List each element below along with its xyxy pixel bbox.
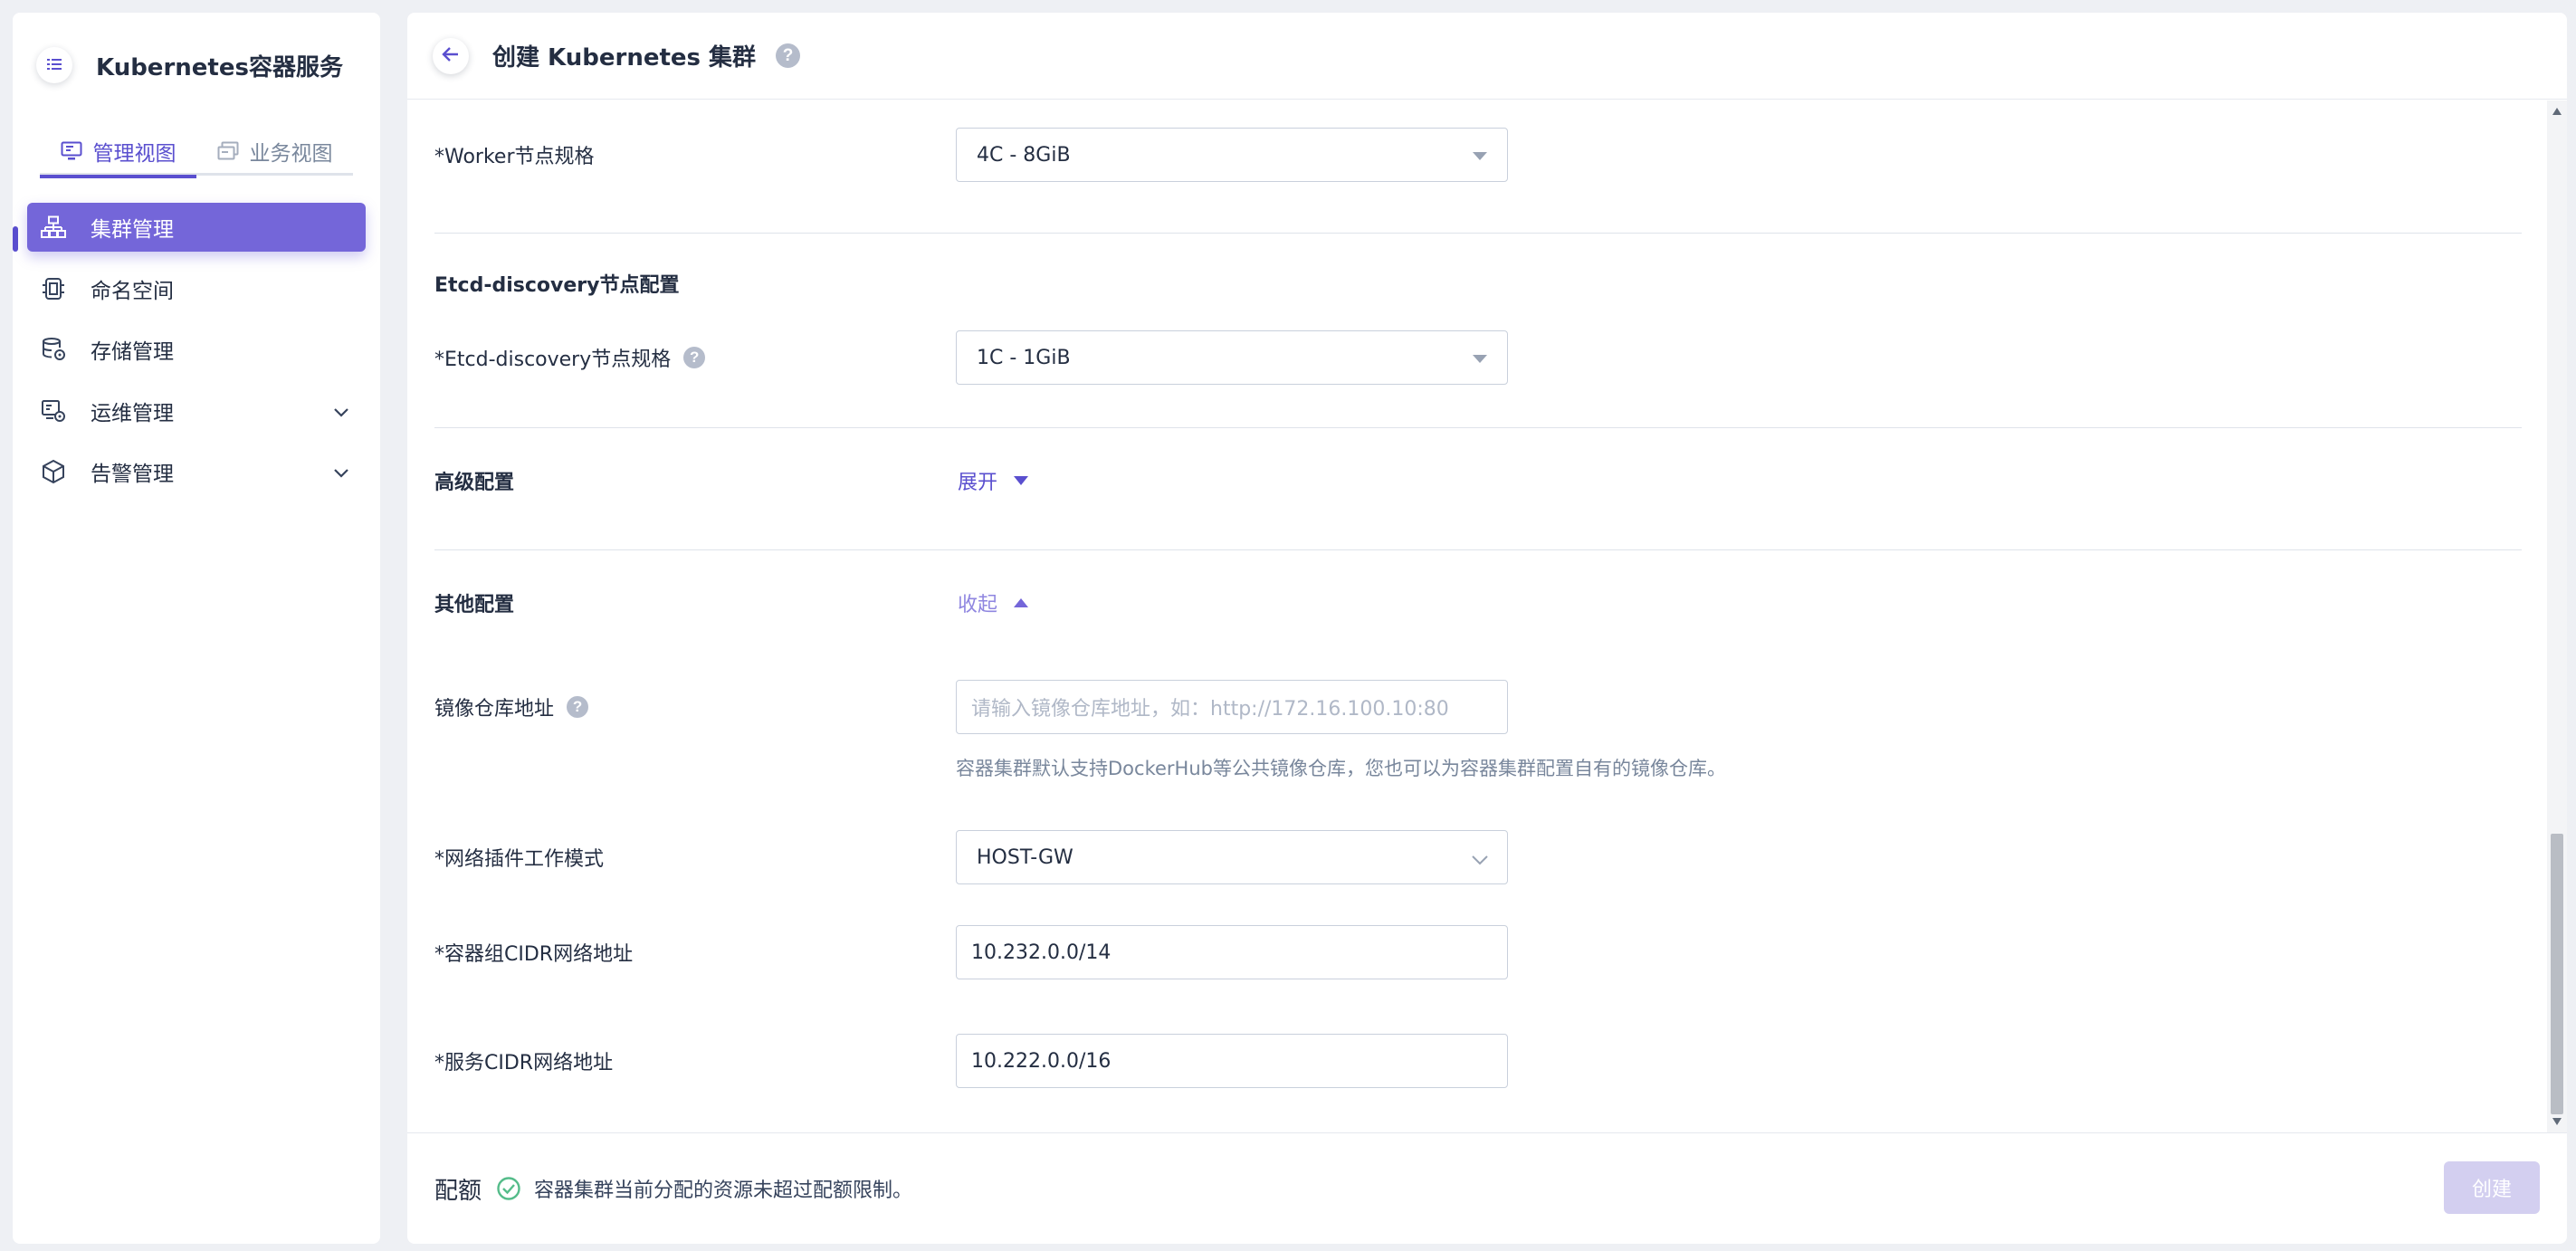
sidebar-item-storage[interactable]: 存储管理 (27, 325, 366, 374)
sidebar-nav: 集群管理 命名空间 存储管理 运维管理 告警管理 (27, 203, 366, 509)
pod-cidr-input[interactable]: 10.232.0.0/14 (956, 925, 1508, 979)
collapse-label: 收起 (958, 594, 998, 616)
storage-icon (40, 336, 67, 363)
help-icon[interactable]: ? (567, 696, 589, 718)
view-tabs: 管理视图 业务视图 (40, 127, 353, 178)
page-title: 创建 Kubernetes 集群 (492, 44, 757, 72)
page-header: 创建 Kubernetes 集群 ? (407, 13, 2567, 100)
sidebar-item-namespace[interactable]: 命名空间 (27, 264, 366, 313)
network-mode-label: *网络插件工作模式 (434, 848, 605, 871)
etcd-spec-label-text: *Etcd-discovery节点规格 (434, 349, 672, 371)
etcd-section-title: Etcd-discovery节点配置 (434, 274, 680, 297)
business-view-icon (217, 141, 239, 161)
tab-business-view[interactable]: 业务视图 (196, 127, 353, 176)
footer-bar: 配额 容器集群当前分配的资源未超过配额限制。 创建 (407, 1132, 2567, 1244)
quota-title: 配额 (434, 1177, 482, 1205)
advanced-config-title: 高级配置 (434, 472, 515, 494)
worker-spec-row: *Worker节点规格 (434, 128, 595, 182)
sidebar-item-ops[interactable]: 运维管理 (27, 387, 366, 435)
menu-toggle-button[interactable] (36, 47, 72, 83)
worker-spec-label: *Worker节点规格 (434, 146, 595, 168)
sidebar-item-label: 命名空间 (91, 279, 174, 303)
arrow-left-icon (442, 46, 460, 66)
menu-icon (47, 57, 62, 74)
registry-placeholder: 请输入镜像仓库地址，如：http://172.16.100.10:80 (971, 698, 1449, 721)
pod-cidr-row: *容器组CIDR网络地址 (434, 925, 633, 979)
expand-label: 展开 (958, 472, 998, 494)
create-button[interactable]: 创建 (2444, 1161, 2540, 1214)
service-cidr-label: *服务CIDR网络地址 (434, 1052, 614, 1074)
other-collapse-toggle[interactable]: 收起 (958, 576, 1029, 630)
cluster-icon (40, 214, 67, 241)
advanced-config-row: 高级配置 (434, 454, 514, 508)
registry-hint: 容器集群默认支持DockerHub等公共镜像仓库，您也可以为容器集群配置自有的镜… (956, 758, 1726, 779)
registry-label-text: 镜像仓库地址 (434, 698, 555, 721)
etcd-spec-row: *Etcd-discovery节点规格 ? (434, 330, 706, 385)
service-cidr-value: 10.222.0.0/16 (971, 1049, 1111, 1073)
check-circle-icon (496, 1176, 521, 1201)
chevron-down-icon (333, 400, 349, 424)
service-cidr-row: *服务CIDR网络地址 (434, 1034, 613, 1088)
divider (434, 549, 2522, 550)
registry-label: 镜像仓库地址 ? (434, 692, 589, 721)
monitor-icon (61, 141, 82, 161)
etcd-spec-label: *Etcd-discovery节点规格 ? (434, 343, 706, 372)
other-config-title: 其他配置 (434, 594, 515, 616)
registry-input[interactable]: 请输入镜像仓库地址，如：http://172.16.100.10:80 (956, 680, 1508, 734)
scrollbar[interactable] (2547, 100, 2567, 1132)
main-panel: 创建 Kubernetes 集群 ? *Worker节点规格 4C - 8GiB… (407, 13, 2567, 1244)
sidebar-header: Kubernetes容器服务 (36, 36, 343, 94)
alert-icon (40, 458, 67, 485)
namespace-icon (40, 275, 67, 302)
divider (434, 427, 2522, 428)
other-config-row: 其他配置 (434, 576, 514, 630)
divider (434, 233, 2522, 234)
network-mode-value: HOST-GW (977, 845, 1073, 869)
back-button[interactable] (433, 37, 469, 74)
network-mode-select[interactable]: HOST-GW (956, 830, 1508, 884)
help-icon[interactable]: ? (776, 43, 801, 68)
sidebar-item-label: 运维管理 (91, 401, 174, 425)
app-title: Kubernetes容器服务 (96, 53, 343, 81)
tab-admin-view[interactable]: 管理视图 (40, 127, 196, 178)
help-icon[interactable]: ? (683, 347, 706, 368)
scroll-up-icon[interactable] (2552, 108, 2562, 115)
registry-row: 镜像仓库地址 ? (434, 680, 589, 734)
chevron-down-icon (333, 461, 349, 484)
advanced-expand-toggle[interactable]: 展开 (958, 454, 1029, 508)
service-cidr-input[interactable]: 10.222.0.0/16 (956, 1034, 1508, 1088)
pod-cidr-label: *容器组CIDR网络地址 (434, 943, 634, 966)
etcd-spec-select[interactable]: 1C - 1GiB (956, 330, 1508, 385)
pod-cidr-value: 10.232.0.0/14 (971, 941, 1111, 964)
quota-status-text: 容器集群当前分配的资源未超过配额限制。 (534, 1179, 913, 1202)
tab-business-view-label: 业务视图 (249, 142, 333, 166)
sidebar-item-label: 集群管理 (91, 218, 174, 242)
scroll-down-icon[interactable] (2552, 1118, 2562, 1125)
caret-down-icon (1473, 355, 1487, 363)
ops-icon (40, 397, 67, 425)
network-mode-row: *网络插件工作模式 (434, 830, 604, 884)
sidebar: Kubernetes容器服务 管理视图 业务视图 集群管理 命名空间 存储管理 … (13, 13, 380, 1244)
worker-spec-value: 4C - 8GiB (977, 143, 1071, 167)
sidebar-item-alert[interactable]: 告警管理 (27, 447, 366, 496)
triangle-down-icon (1014, 476, 1029, 485)
form-content: *Worker节点规格 4C - 8GiB Etcd-discovery节点配置… (407, 100, 2567, 1132)
active-indicator (13, 226, 18, 252)
worker-spec-select[interactable]: 4C - 8GiB (956, 128, 1508, 182)
sidebar-item-label: 存储管理 (91, 340, 174, 364)
sidebar-item-cluster[interactable]: 集群管理 (27, 203, 366, 252)
etcd-spec-value: 1C - 1GiB (977, 346, 1071, 369)
chevron-down-icon (1471, 849, 1489, 872)
triangle-up-icon (1014, 598, 1029, 607)
scrollbar-thumb[interactable] (2551, 834, 2563, 1114)
caret-down-icon (1473, 152, 1487, 160)
etcd-section-header: Etcd-discovery节点配置 (434, 269, 679, 298)
sidebar-item-label: 告警管理 (91, 463, 174, 486)
tab-admin-view-label: 管理视图 (92, 142, 177, 166)
